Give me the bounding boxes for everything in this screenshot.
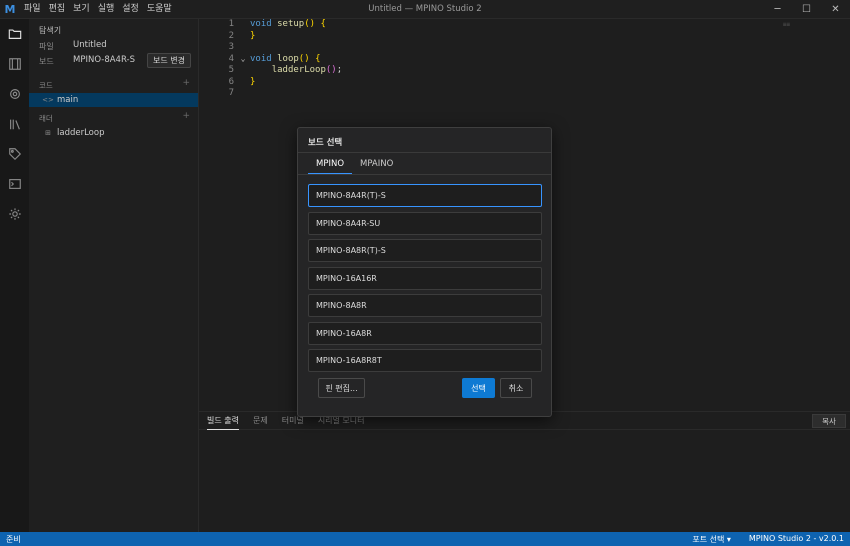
file-value: Untitled	[73, 40, 107, 50]
status-text: 준비	[6, 534, 21, 544]
code-item-main[interactable]: <> main	[29, 93, 198, 107]
tag-button[interactable]	[0, 139, 29, 169]
cancel-button[interactable]: 취소	[500, 378, 532, 398]
app-logo-icon: M	[4, 2, 16, 16]
status-bar: 준비 포트 선택 ▾ MPINO Studio 2 - v2.0.1	[0, 532, 850, 546]
chip-icon	[9, 89, 20, 99]
fold-chevron-icon[interactable]: ⌄	[236, 54, 250, 66]
window-controls: ─ ☐ ✕	[763, 0, 850, 19]
explorer-button[interactable]	[0, 19, 29, 49]
board-option[interactable]: MPINO-8A4R(T)-S	[308, 184, 542, 207]
tab-build-output[interactable]: 빌드 출력	[207, 412, 239, 430]
minimap[interactable]: ≡≡	[783, 21, 790, 28]
line-number: 5	[228, 65, 234, 75]
board-value: MPINO-8A4R-S	[73, 55, 135, 65]
code-line: 6 }	[199, 77, 850, 89]
select-button[interactable]: 선택	[462, 378, 495, 398]
sidebar-title: 탐색기	[39, 26, 62, 35]
port-select[interactable]: 포트 선택 ▾	[692, 534, 731, 545]
terminal-icon	[8, 179, 21, 189]
ladder-item-ladderloop[interactable]: ⊞ ladderLoop	[29, 126, 198, 140]
layout-icon	[8, 58, 21, 70]
line-number: 3	[228, 42, 234, 52]
library-button[interactable]	[0, 109, 29, 139]
menu-help[interactable]: 도움말	[143, 0, 176, 19]
code-line: 2 }	[199, 31, 850, 43]
divider	[298, 174, 551, 175]
line-number: 6	[228, 76, 234, 87]
board-option[interactable]: MPINO-8A8R(T)-S	[308, 239, 542, 262]
ladder-item-label: ladderLoop	[57, 128, 105, 138]
board-change-button[interactable]: 보드 변경	[147, 53, 191, 68]
layout-button[interactable]	[0, 49, 29, 79]
folder-icon	[8, 29, 21, 39]
library-icon	[9, 119, 20, 130]
code-line: 4 ⌄ void loop() {	[199, 54, 850, 66]
pin-edit-button[interactable]: 핀 편집...	[318, 378, 365, 398]
menu-settings[interactable]: 설정	[118, 0, 143, 19]
code-line: 7	[199, 88, 850, 100]
menu-view[interactable]: 보기	[69, 0, 94, 19]
version-label: MPINO Studio 2 - v2.0.1	[748, 533, 844, 543]
menu-run[interactable]: 실행	[94, 0, 119, 19]
line-number: 4	[228, 53, 234, 64]
title-bar: M 파일 편집 보기 실행 설정 도움말 Untitled — MPINO St…	[0, 0, 850, 19]
gear-icon	[8, 208, 21, 220]
board-option[interactable]: MPINO-8A4R-SU	[308, 211, 542, 235]
board-option[interactable]: MPINO-16A8R	[308, 321, 542, 345]
add-code-icon[interactable]: +	[182, 78, 190, 88]
board-label: 보드	[39, 57, 54, 66]
line-number: 1	[228, 19, 234, 29]
code-section-header[interactable]: 코드	[39, 80, 53, 91]
copy-button[interactable]: 복사	[812, 414, 846, 428]
code-item-label: main	[57, 95, 79, 105]
ladder-file-icon: ⊞	[45, 129, 51, 137]
terminal-button[interactable]	[0, 169, 29, 199]
dialog-title: 보드 선택	[308, 138, 343, 148]
line-number: 7	[228, 88, 234, 98]
ladder-section-header[interactable]: 래더	[39, 113, 53, 124]
explorer-sidebar: 탐색기 파일 Untitled 보드 MPINO-8A4R-S 보드 변경 코드…	[29, 19, 199, 532]
activity-bar	[0, 19, 29, 532]
output-panel: 빌드 출력 문제 터미널 시리얼 모니터 복사	[199, 411, 850, 532]
tag-icon	[8, 148, 21, 161]
menu-file[interactable]: 파일	[20, 0, 45, 19]
maximize-button[interactable]: ☐	[792, 0, 821, 19]
menu-bar: 파일 편집 보기 실행 설정 도움말	[20, 0, 176, 19]
tab-mpaino[interactable]: MPAINO	[352, 154, 401, 174]
divider	[298, 152, 551, 153]
minimize-button[interactable]: ─	[763, 0, 792, 19]
code-line: 3	[199, 42, 850, 54]
code-line: 5 ladderLoop();	[199, 65, 850, 77]
line-number: 2	[228, 30, 234, 41]
board-button[interactable]	[0, 79, 29, 109]
add-ladder-icon[interactable]: +	[182, 111, 190, 121]
close-button[interactable]: ✕	[821, 0, 850, 19]
tab-problems[interactable]: 문제	[253, 412, 268, 430]
code-file-icon: <>	[42, 96, 54, 104]
tab-mpino[interactable]: MPINO	[308, 154, 353, 174]
board-option[interactable]: MPINO-8A8R	[308, 294, 542, 317]
settings-button[interactable]	[0, 199, 29, 229]
board-option[interactable]: MPINO-16A8R8T	[308, 349, 542, 372]
file-label: 파일	[39, 42, 54, 51]
board-option[interactable]: MPINO-16A16R	[308, 266, 542, 290]
board-select-dialog: 보드 선택 MPINO MPAINO MPINO-8A4R(T)-S MPINO…	[297, 127, 552, 417]
code-line: 1 void setup() {	[199, 19, 850, 31]
menu-edit[interactable]: 편집	[45, 0, 70, 19]
dialog-tabs: MPINO MPAINO	[308, 154, 401, 174]
